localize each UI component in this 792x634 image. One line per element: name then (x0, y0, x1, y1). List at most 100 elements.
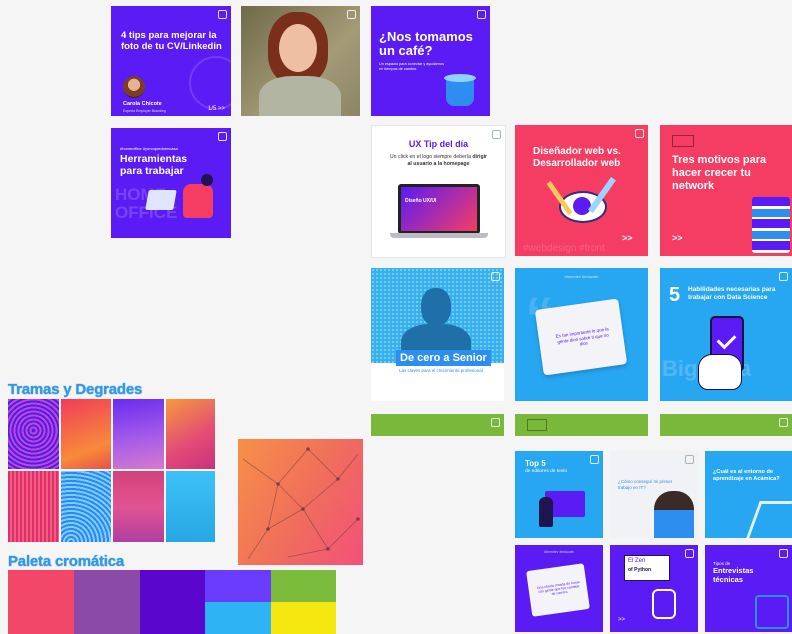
post-zen[interactable]: El Zen of Python >> (610, 545, 698, 632)
carousel-icon (779, 418, 788, 427)
post-title: Tres motivos para hacer crecer tu networ… (672, 154, 767, 192)
post-tags: #homeoffice #yonoquedoencasa (120, 146, 178, 151)
pattern-swatch-2 (61, 399, 111, 469)
person-photo (654, 491, 694, 538)
python-logo-icon (652, 589, 676, 619)
author-name: Carola Chicote (123, 101, 162, 107)
pattern-swatch-8 (166, 471, 215, 542)
cubes-illustration (752, 197, 790, 253)
pattern-swatch-3 (113, 399, 164, 469)
worker-body (183, 184, 213, 218)
post-strip-green-2[interactable] (515, 414, 648, 436)
palette-swatch-yellow (271, 602, 336, 634)
screen-text: Diseño UX/UI (405, 198, 437, 204)
carousel-icon (218, 10, 227, 19)
post-title: de editores de texto (525, 469, 568, 474)
mug-top (444, 74, 476, 82)
palette-swatch-green (271, 570, 336, 602)
post-tag: #bemdev #educate (564, 274, 599, 279)
post-number: Top 5 (525, 459, 546, 468)
carousel-icon (492, 130, 501, 139)
palette-swatch-sky (205, 602, 271, 634)
post-title: ¿Nos tomamos un café? (379, 29, 473, 58)
chat-bubbles (755, 595, 789, 629)
worker-head (201, 174, 213, 186)
palette-swatch-deep-violet (140, 570, 205, 634)
laptop-base (390, 233, 488, 238)
post-learning[interactable]: ¿Cuál es al entorno de aprendizaje en Ac… (705, 451, 792, 538)
eye-iris (573, 197, 591, 215)
person-head (421, 288, 451, 326)
post-title: 4 tips para mejorar la foto de tu CV/Lin… (121, 30, 222, 52)
post-subtitle: Un espacio para conectar y ayudarnos en … (379, 62, 445, 71)
hand-shape (698, 354, 742, 390)
arrows: >> (672, 233, 683, 243)
arrows: >> (622, 233, 633, 243)
post-network[interactable]: Tres motivos para hacer crecer tu networ… (660, 125, 792, 256)
post-title: De cero a Senior (396, 350, 491, 366)
post-title: Herramientas para trabajar (120, 153, 188, 177)
mug-icon (446, 78, 474, 106)
post-interviews[interactable]: Tipos de Entrevistas técnicas (705, 545, 792, 632)
screen-content (401, 187, 477, 231)
pattern-swatch-4 (166, 399, 215, 469)
post-subtitle: of Python (628, 567, 652, 573)
post-data-science[interactable]: 5 Habilidades necesarias para trabajar c… (660, 268, 792, 401)
post-strip-green-3[interactable] (660, 414, 792, 436)
camera-icon (347, 10, 356, 19)
post-strip-green-1[interactable] (371, 414, 504, 436)
post-senior[interactable]: De cero a Senior Las claves para el crec… (371, 268, 504, 401)
post-card-small[interactable]: #bemdev #educate Una charla creada de ho… (515, 545, 603, 632)
carousel-icon (685, 549, 694, 558)
author-role: Experta Employer Branding (123, 109, 166, 113)
pattern-swatch-6 (61, 471, 111, 542)
post-title: ¿Cuál es al entorno de aprendizaje en Ac… (713, 469, 780, 482)
post-subtitle: Las claves para el crecimiento profesion… (399, 368, 483, 373)
palette-swatch-purple (74, 570, 140, 634)
carousel-icon (477, 10, 486, 19)
post-ux-tip[interactable]: UX Tip del día Un click en el logo siemp… (371, 125, 506, 258)
post-title: UX Tip del día (408, 139, 469, 149)
logo-box (527, 419, 547, 431)
post-title: ¿Cómo conseguí mi primer trabajo en IT? (618, 479, 673, 490)
post-top5[interactable]: Top 5 de editores de texto (515, 451, 603, 538)
post-number: 5 (669, 284, 681, 306)
laptop-icon (145, 190, 177, 210)
pattern-swatch-7 (113, 471, 164, 542)
carousel-icon (491, 418, 500, 427)
post-title: Diseñador web vs. Desarrollador web (533, 146, 621, 169)
post-watermark: #webdesign #front (523, 243, 605, 254)
palette-swatch-pink (8, 570, 74, 634)
post-photo[interactable] (241, 6, 360, 116)
arrows: >> (618, 617, 626, 623)
person-face (279, 24, 317, 72)
post-title: Habilidades necesarias para trabajar con… (688, 286, 776, 301)
avatar (123, 76, 145, 98)
person-shirt (259, 76, 341, 116)
post-tag: #bemdev #educate (544, 550, 574, 554)
post-designer-vs-dev[interactable]: Diseñador web vs. Desarrollador web #web… (515, 125, 648, 256)
carousel-icon (590, 455, 599, 464)
post-cv-tips[interactable]: 4 tips para mejorar la foto de tu CV/Lin… (111, 6, 231, 116)
carousel-icon (218, 132, 227, 141)
palette-swatch-lavender (205, 570, 271, 602)
pattern-swatch-1 (8, 399, 59, 469)
network-gradient-panel (238, 439, 363, 565)
carousel-icon (779, 272, 788, 281)
carousel-icon (779, 549, 788, 558)
post-title: Entrevistas técnicas (713, 566, 754, 584)
logo-box (672, 135, 694, 147)
network-lines-graphic (242, 447, 360, 560)
post-cafe[interactable]: ¿Nos tomamos un café? Un espacio para co… (371, 6, 490, 116)
carousel-icon (635, 129, 644, 138)
post-body: Un click en el logo siempre debería diri… (389, 154, 488, 167)
patterns-title: Tramas y Degrades (8, 381, 143, 398)
post-homeoffice[interactable]: #homeoffice #yonoquedoencasa Herramienta… (111, 128, 231, 238)
carousel-icon (685, 455, 694, 464)
post-title: El Zen (628, 558, 646, 564)
post-first-job[interactable]: ¿Cómo conseguí mi primer trabajo en IT? (610, 451, 698, 538)
arrow-decor (746, 501, 792, 538)
person-shape (539, 497, 553, 527)
post-empanada[interactable]: #bemdev #educate “ Es tan importante lo … (515, 268, 648, 401)
pattern-swatch-5 (8, 471, 59, 542)
